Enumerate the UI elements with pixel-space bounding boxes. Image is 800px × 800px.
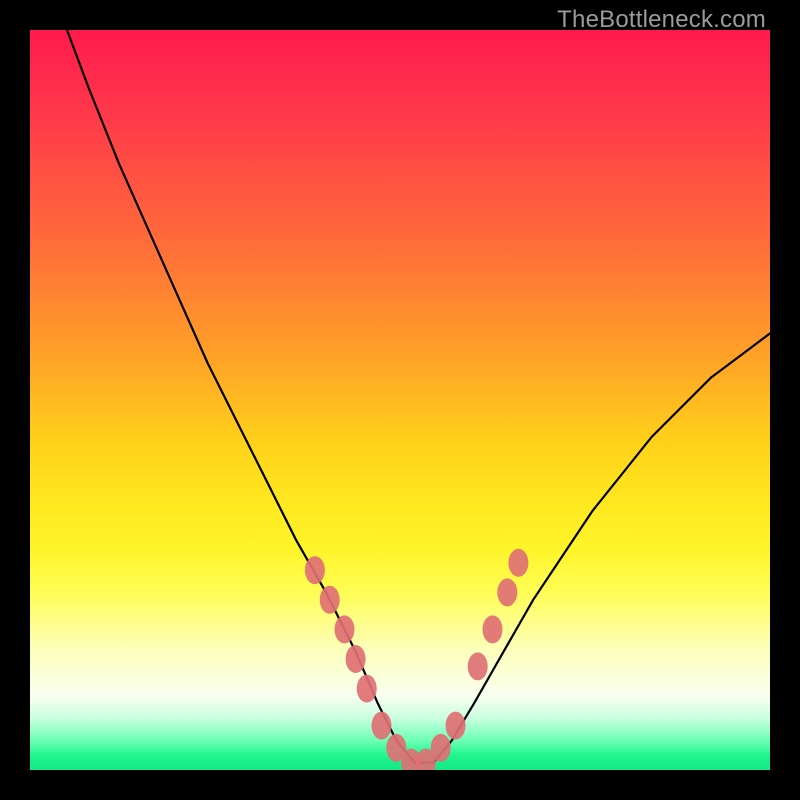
- chart-frame: TheBottleneck.com: [0, 0, 800, 800]
- data-marker: [446, 712, 466, 740]
- data-marker: [357, 675, 377, 703]
- data-marker: [468, 652, 488, 680]
- chart-svg: [30, 30, 770, 770]
- data-marker: [508, 549, 528, 577]
- data-marker: [346, 645, 366, 673]
- data-marker: [497, 578, 517, 606]
- curve-line: [67, 30, 770, 763]
- data-marker: [320, 586, 340, 614]
- marker-group: [305, 549, 529, 770]
- data-marker: [335, 615, 355, 643]
- data-marker: [305, 556, 325, 584]
- data-marker: [431, 734, 451, 762]
- plot-area: [30, 30, 770, 770]
- data-marker: [483, 615, 503, 643]
- data-marker: [372, 712, 392, 740]
